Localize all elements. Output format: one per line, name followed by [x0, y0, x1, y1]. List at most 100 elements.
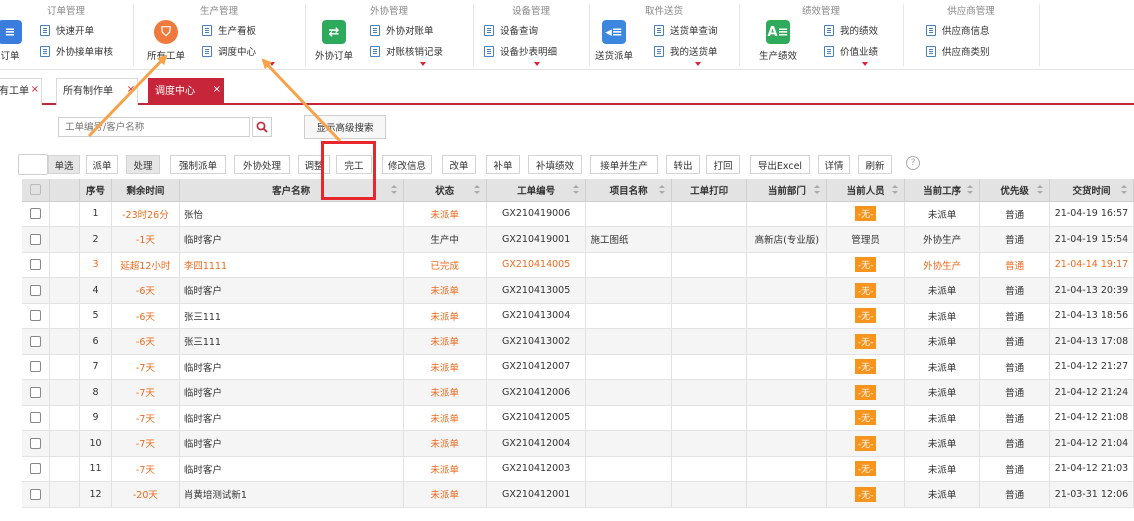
outsource-order-button[interactable]: ⇄ 外协订单	[312, 20, 356, 62]
row-checkbox[interactable]	[30, 310, 42, 322]
edit-info-button[interactable]: 修改信息	[382, 155, 432, 174]
row-select-cell[interactable]	[22, 379, 51, 406]
chevron-down-icon[interactable]	[269, 62, 275, 66]
row-select-cell[interactable]	[22, 277, 51, 304]
supplier-category-button[interactable]: 供应商类别	[926, 43, 990, 59]
supplement-order-button[interactable]: 补单	[486, 155, 520, 174]
sort-icon[interactable]	[814, 185, 821, 195]
table-row[interactable]: 9 -7天 临时客户 未派单 GX210412005 -无- 未派单 普通 21-04-12 2…	[22, 405, 1134, 431]
chevron-down-icon[interactable]	[420, 62, 426, 66]
row-select-cell[interactable]	[22, 354, 51, 380]
cell-print[interactable]	[671, 277, 748, 304]
close-icon[interactable]: ×	[213, 77, 221, 103]
search-button[interactable]	[252, 117, 272, 137]
accept-and-produce-button[interactable]: 接单并生产	[590, 155, 658, 174]
table-row[interactable]: 2 -1天 临时客户 生产中 GX210419001 施工图纸 高新店(专业版) 管理员 外协生…	[22, 226, 1134, 253]
force-dispatch-button[interactable]: 强制派单	[170, 155, 226, 174]
equipment-query-button[interactable]: 设备查询	[484, 22, 538, 38]
sort-icon[interactable]	[658, 185, 665, 195]
table-row[interactable]: 12 -20天 肖黄培测试新1 未派单 GX210412001 -无- 未派单 普通 21-03…	[22, 481, 1134, 508]
single-select-button[interactable]: 单选	[48, 155, 80, 174]
row-select-cell[interactable]	[22, 456, 51, 482]
refresh-button[interactable]: 刷新	[858, 155, 892, 174]
cell-print[interactable]	[671, 456, 748, 482]
column-header-person[interactable]: 当前人员	[826, 179, 905, 202]
table-row[interactable]: 3 延超12小时 李四1111 已完成 GX210414005 -无- 外协生产 普通 21-0…	[22, 252, 1134, 278]
row-select-cell[interactable]	[22, 252, 51, 278]
sort-icon[interactable]	[1121, 185, 1127, 195]
table-row[interactable]: 7 -7天 临时客户 未派单 GX210412007 -无- 未派单 普通 21-04-12 2…	[22, 354, 1134, 380]
cell-print[interactable]	[671, 405, 748, 431]
chevron-down-icon[interactable]	[862, 62, 868, 66]
process-button[interactable]: 处理	[126, 155, 160, 174]
details-button[interactable]: 详情	[818, 155, 850, 174]
sort-icon[interactable]	[390, 185, 397, 195]
production-board-button[interactable]: 生产看板	[202, 22, 256, 38]
cell-print[interactable]	[671, 430, 748, 457]
quick-order-button[interactable]: 快速开单	[40, 22, 94, 38]
column-header-project[interactable]: 项目名称	[585, 179, 672, 202]
delivery-dispatch-button[interactable]: ◂≡ 送货派单	[592, 20, 636, 62]
tab-work-orders[interactable]: 有工单 ×	[0, 78, 42, 105]
row-checkbox[interactable]	[30, 233, 42, 245]
order-big-button[interactable]: ≡ 订单	[0, 20, 32, 62]
column-header-dept[interactable]: 当前部门	[746, 179, 828, 202]
column-header-code[interactable]: 工单编号	[486, 179, 587, 202]
row-checkbox[interactable]	[30, 437, 42, 449]
sort-icon[interactable]	[473, 185, 480, 195]
advanced-search-button[interactable]: 显示高级搜索	[304, 115, 386, 139]
dispatch-center-button[interactable]: 调度中心	[202, 43, 256, 59]
cell-print[interactable]	[671, 379, 748, 406]
cell-print[interactable]	[671, 303, 748, 329]
column-header-process[interactable]: 当前工序	[904, 179, 981, 202]
row-select-cell[interactable]	[22, 303, 51, 329]
table-row[interactable]: 1 -23时26分 张怡 未派单 GX210419006 -无- 未派单 普通 21-04-19…	[22, 201, 1134, 227]
sort-icon[interactable]	[891, 185, 898, 195]
help-icon[interactable]: ?	[906, 156, 920, 170]
row-select-cell[interactable]	[22, 430, 51, 457]
table-row[interactable]: 6 -6天 张三111 未派单 GX210413002 -无- 未派单 普通 21-04-13 …	[22, 328, 1134, 355]
delivery-note-query-button[interactable]: 送货单查询	[654, 22, 718, 38]
tab-dispatch-center[interactable]: 调度中心 ×	[148, 78, 224, 105]
change-order-button[interactable]: 改单	[442, 155, 476, 174]
row-checkbox[interactable]	[30, 335, 42, 347]
column-header-priority[interactable]: 优先级	[979, 179, 1050, 202]
row-checkbox[interactable]	[30, 208, 42, 220]
row-checkbox[interactable]	[30, 361, 42, 373]
dispatch-button[interactable]: 派单	[86, 155, 118, 174]
outsource-statement-button[interactable]: 外协对账单	[370, 22, 434, 38]
close-icon[interactable]: ×	[31, 77, 39, 103]
row-checkbox[interactable]	[30, 284, 42, 296]
outsource-receipt-review-button[interactable]: 外协接单审核	[40, 43, 113, 59]
cell-print[interactable]	[671, 354, 748, 380]
row-select-cell[interactable]	[22, 328, 51, 355]
search-input[interactable]	[58, 117, 250, 137]
sort-icon[interactable]	[967, 185, 974, 195]
supplier-info-button[interactable]: 供应商信息	[926, 22, 990, 38]
row-checkbox[interactable]	[30, 259, 42, 271]
table-row[interactable]: 8 -7天 临时客户 未派单 GX210412006 -无- 未派单 普通 21-04-12 2…	[22, 379, 1134, 406]
transfer-out-button[interactable]: 转出	[666, 155, 700, 174]
cell-print[interactable]	[671, 201, 748, 227]
outsource-process-button[interactable]: 外协处理	[234, 155, 290, 174]
export-excel-button[interactable]: 导出Excel	[750, 155, 810, 174]
my-delivery-note-button[interactable]: 我的送货单	[654, 43, 718, 59]
table-row[interactable]: 11 -7天 临时客户 未派单 GX210412003 -无- 未派单 普通 21-04-12 …	[22, 456, 1134, 482]
meter-reading-detail-button[interactable]: 设备抄表明细	[484, 43, 557, 59]
my-performance-button[interactable]: 我的绩效	[824, 22, 878, 38]
table-row[interactable]: 4 -6天 临时客户 未派单 GX210413005 -无- 未派单 普通 21-04-13 2…	[22, 277, 1134, 304]
table-row[interactable]: 10 -7天 临时客户 未派单 GX210412004 -无- 未派单 普通 21-04-12 …	[22, 430, 1134, 457]
cell-print[interactable]	[671, 481, 748, 508]
select-mode-toggle[interactable]	[18, 154, 48, 175]
select-all-checkbox[interactable]	[30, 184, 42, 196]
cell-print[interactable]	[671, 226, 748, 253]
sort-icon[interactable]	[1036, 185, 1043, 195]
row-checkbox[interactable]	[30, 488, 42, 500]
sort-icon[interactable]	[573, 185, 580, 195]
row-select-cell[interactable]	[22, 201, 51, 227]
select-all-column[interactable]	[22, 179, 51, 202]
column-header-status[interactable]: 状态	[403, 179, 487, 202]
fill-performance-button[interactable]: 补填绩效	[528, 155, 582, 174]
chevron-down-icon[interactable]	[695, 62, 701, 66]
reject-button[interactable]: 打回	[706, 155, 740, 174]
